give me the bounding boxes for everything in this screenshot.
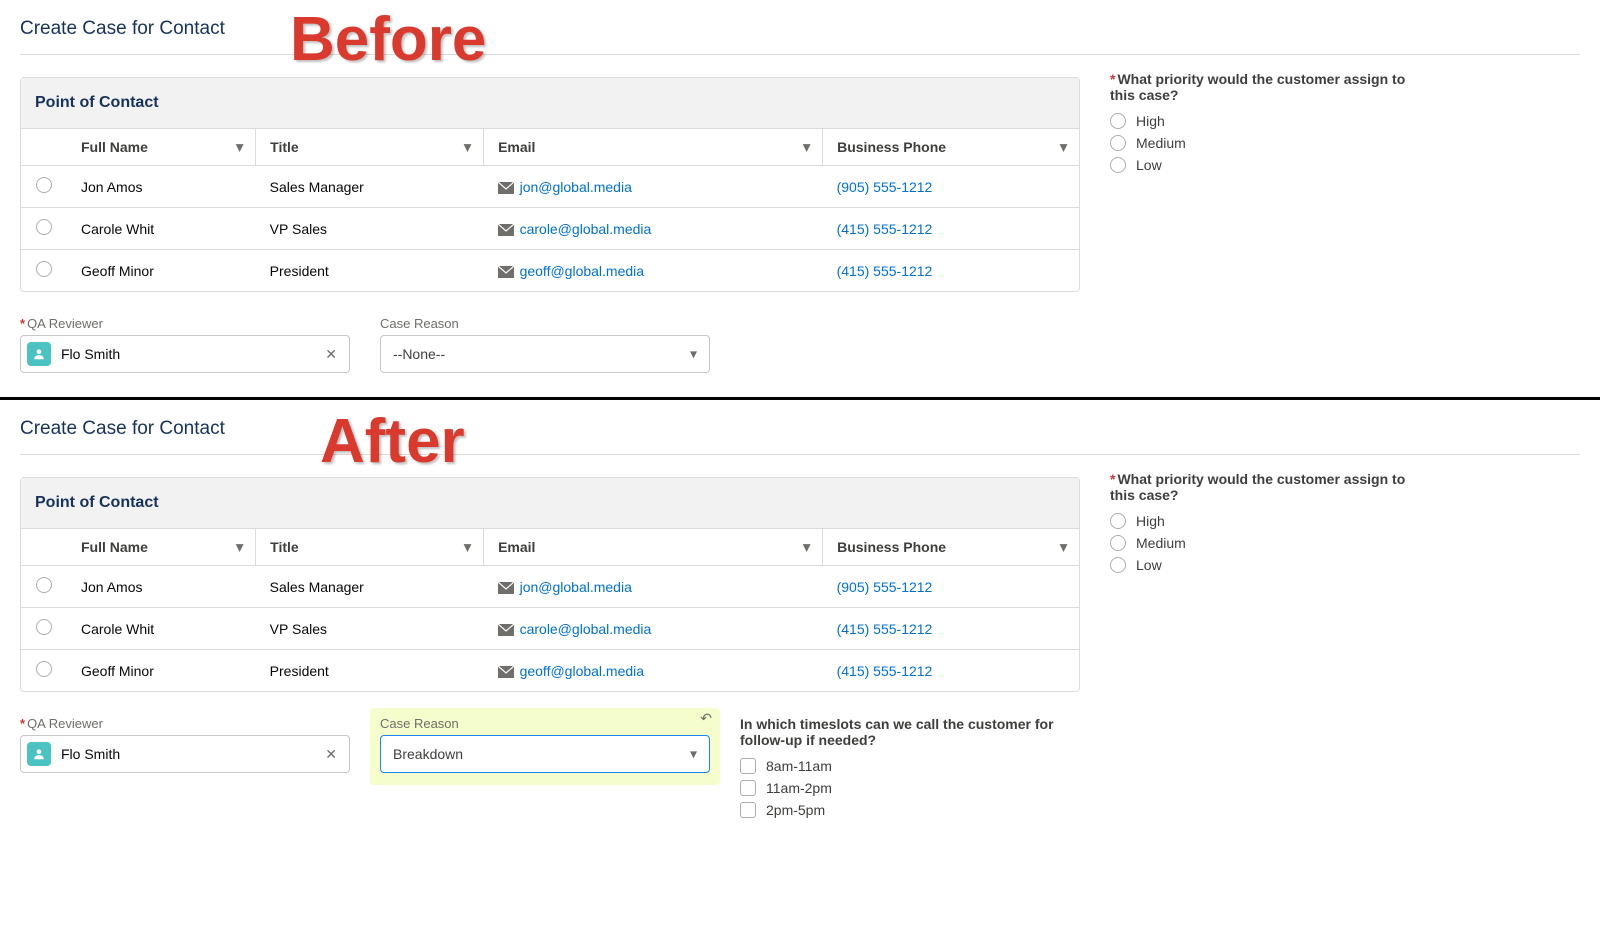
- radio-icon: [1110, 535, 1126, 551]
- chevron-down-icon: ▾: [1060, 539, 1067, 556]
- clear-icon[interactable]: ✕: [319, 346, 343, 363]
- timeslot-question: In which timeslots can we call the custo…: [740, 716, 1080, 748]
- col-phone[interactable]: Business Phone▾: [823, 129, 1079, 166]
- page-title: Create Case for Contact: [20, 418, 1580, 455]
- contact-table-card: Point of Contact Full Name▾ Title▾ Email…: [20, 477, 1080, 692]
- chevron-down-icon: ▾: [236, 139, 243, 156]
- table-row: Geoff Minor President geoff@global.media…: [21, 650, 1079, 692]
- phone-link[interactable]: (415) 555-1212: [837, 221, 933, 237]
- phone-link[interactable]: (415) 555-1212: [837, 263, 933, 279]
- radio-icon: [1110, 113, 1126, 129]
- chevron-down-icon: ▾: [690, 746, 697, 763]
- row-radio[interactable]: [36, 661, 52, 677]
- table-row: Carole Whit VP Sales carole@global.media…: [21, 608, 1079, 650]
- priority-option-low[interactable]: Low: [1110, 557, 1420, 573]
- row-radio[interactable]: [36, 577, 52, 593]
- timeslot-option[interactable]: 11am-2pm: [740, 780, 1080, 796]
- checkbox-icon: [740, 780, 756, 796]
- contact-table: Full Name▾ Title▾ Email▾ Business Phone▾…: [21, 129, 1079, 291]
- row-radio[interactable]: [36, 177, 52, 193]
- mail-icon: [498, 224, 514, 236]
- phone-link[interactable]: (415) 555-1212: [837, 663, 933, 679]
- radio-icon: [1110, 513, 1126, 529]
- checkbox-icon: [740, 758, 756, 774]
- mail-icon: [498, 182, 514, 194]
- case-reason-field: Case Reason --None-- ▾: [380, 316, 710, 373]
- after-section: After Create Case for Contact Point of C…: [0, 400, 1600, 848]
- col-phone[interactable]: Business Phone▾: [823, 529, 1079, 566]
- radio-icon: [1110, 557, 1126, 573]
- email-link[interactable]: geoff@global.media: [520, 263, 644, 279]
- timeslot-option[interactable]: 8am-11am: [740, 758, 1080, 774]
- col-full-name[interactable]: Full Name▾: [67, 129, 256, 166]
- row-radio[interactable]: [36, 261, 52, 277]
- chevron-down-icon: ▾: [1060, 139, 1067, 156]
- chevron-down-icon: ▾: [464, 539, 471, 556]
- mail-icon: [498, 582, 514, 594]
- priority-option-high[interactable]: High: [1110, 513, 1420, 529]
- chevron-down-icon: ▾: [803, 539, 810, 556]
- phone-link[interactable]: (905) 555-1212: [837, 179, 933, 195]
- mail-icon: [498, 624, 514, 636]
- checkbox-icon: [740, 802, 756, 818]
- card-header: Point of Contact: [21, 78, 1079, 129]
- table-row: Jon Amos Sales Manager jon@global.media …: [21, 166, 1079, 208]
- row-radio[interactable]: [36, 619, 52, 635]
- row-radio[interactable]: [36, 219, 52, 235]
- priority-option-low[interactable]: Low: [1110, 157, 1420, 173]
- phone-link[interactable]: (905) 555-1212: [837, 579, 933, 595]
- qa-reviewer-field: *QA Reviewer Flo Smith ✕: [20, 716, 350, 773]
- card-header: Point of Contact: [21, 478, 1079, 529]
- case-reason-select[interactable]: --None-- ▾: [380, 335, 710, 373]
- radio-icon: [1110, 135, 1126, 151]
- priority-option-medium[interactable]: Medium: [1110, 535, 1420, 551]
- email-link[interactable]: jon@global.media: [520, 179, 632, 195]
- chevron-down-icon: ▾: [464, 139, 471, 156]
- priority-question: *What priority would the customer assign…: [1110, 471, 1420, 503]
- contact-table: Full Name▾ Title▾ Email▾ Business Phone▾…: [21, 529, 1079, 691]
- case-reason-select[interactable]: Breakdown ▾: [380, 735, 710, 773]
- before-section: Before Create Case for Contact Point of …: [0, 0, 1600, 397]
- mail-icon: [498, 266, 514, 278]
- case-reason-field: ↶ Case Reason Breakdown ▾: [380, 716, 710, 773]
- qa-reviewer-lookup[interactable]: Flo Smith ✕: [20, 735, 350, 773]
- priority-question: *What priority would the customer assign…: [1110, 71, 1420, 103]
- table-row: Carole Whit VP Sales carole@global.media…: [21, 208, 1079, 250]
- timeslot-option[interactable]: 2pm-5pm: [740, 802, 1080, 818]
- col-email[interactable]: Email▾: [484, 129, 823, 166]
- table-row: Jon Amos Sales Manager jon@global.media …: [21, 566, 1079, 608]
- mail-icon: [498, 666, 514, 678]
- radio-icon: [1110, 157, 1126, 173]
- chevron-down-icon: ▾: [803, 139, 810, 156]
- col-full-name[interactable]: Full Name▾: [67, 529, 256, 566]
- qa-reviewer-field: *QA Reviewer Flo Smith ✕: [20, 316, 350, 373]
- email-link[interactable]: geoff@global.media: [520, 663, 644, 679]
- priority-option-high[interactable]: High: [1110, 113, 1420, 129]
- contact-table-card: Point of Contact Full Name▾ Title▾ Email…: [20, 77, 1080, 292]
- clear-icon[interactable]: ✕: [319, 746, 343, 763]
- table-row: Geoff Minor President geoff@global.media…: [21, 250, 1079, 292]
- col-title[interactable]: Title▾: [256, 129, 484, 166]
- phone-link[interactable]: (415) 555-1212: [837, 621, 933, 637]
- col-title[interactable]: Title▾: [256, 529, 484, 566]
- contact-icon: [27, 742, 51, 766]
- qa-reviewer-lookup[interactable]: Flo Smith ✕: [20, 335, 350, 373]
- email-link[interactable]: carole@global.media: [520, 621, 652, 637]
- chevron-down-icon: ▾: [690, 346, 697, 363]
- undo-icon[interactable]: ↶: [700, 710, 712, 727]
- page-title: Create Case for Contact: [20, 18, 1580, 55]
- contact-icon: [27, 342, 51, 366]
- priority-option-medium[interactable]: Medium: [1110, 135, 1420, 151]
- col-email[interactable]: Email▾: [484, 529, 823, 566]
- timeslot-group: In which timeslots can we call the custo…: [740, 716, 1080, 824]
- email-link[interactable]: carole@global.media: [520, 221, 652, 237]
- chevron-down-icon: ▾: [236, 539, 243, 556]
- email-link[interactable]: jon@global.media: [520, 579, 632, 595]
